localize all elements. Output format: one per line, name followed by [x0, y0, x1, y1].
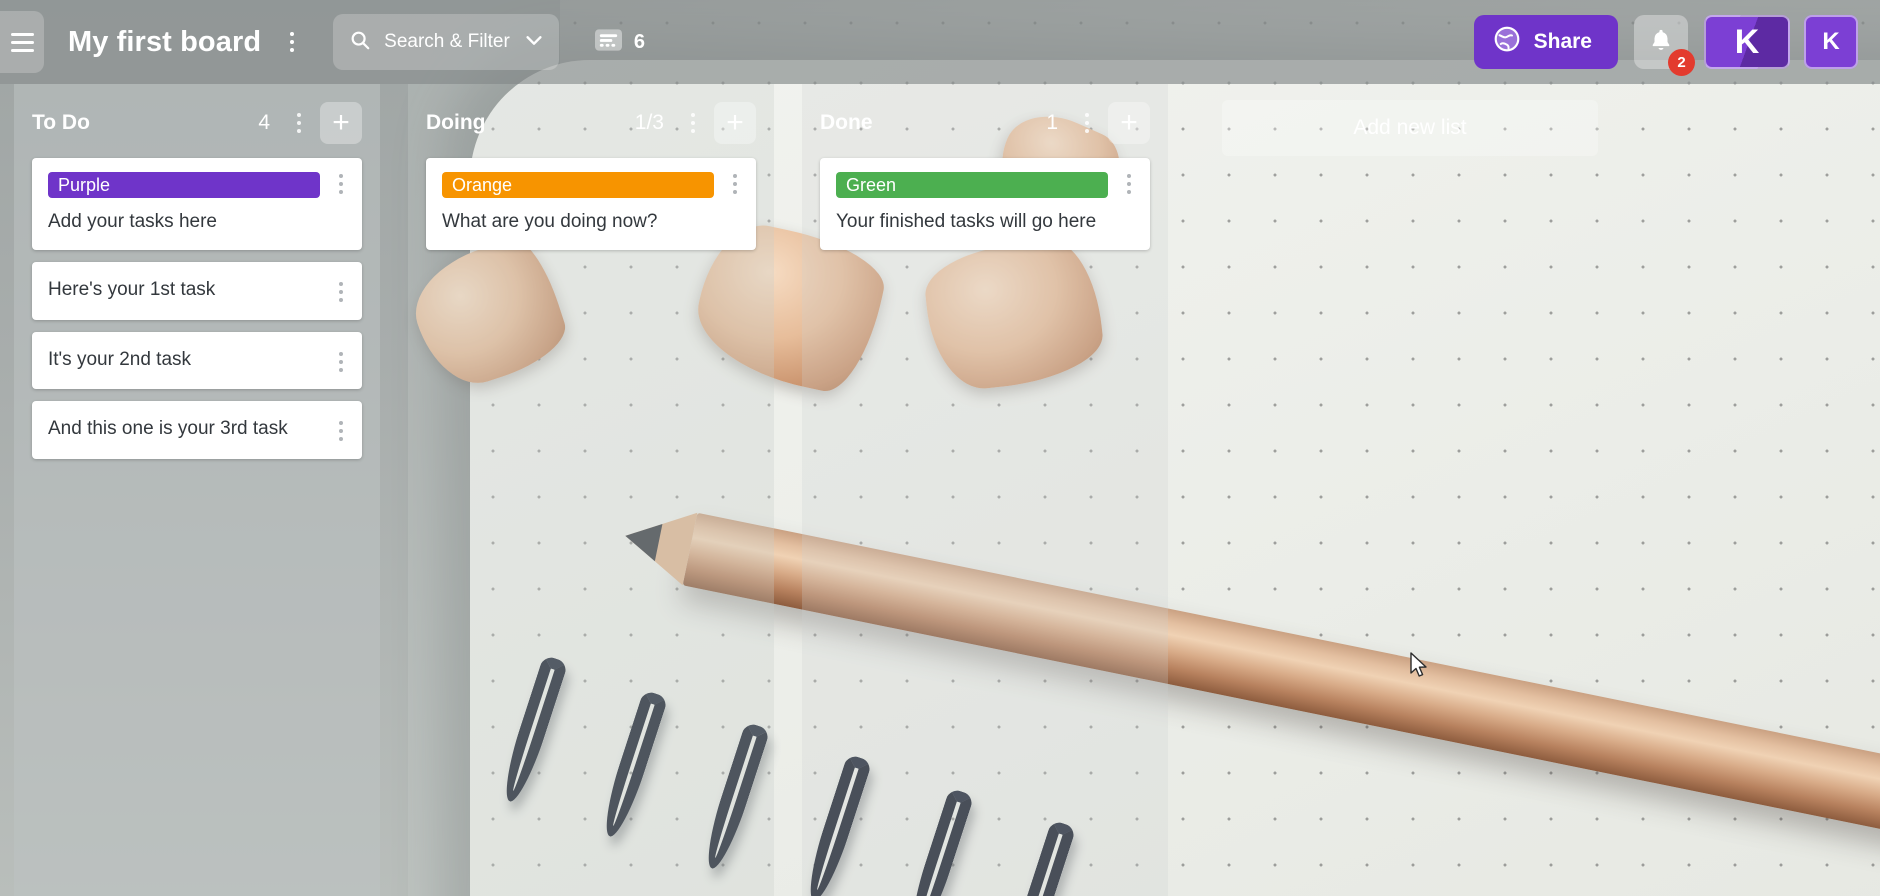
brand-logo[interactable]: K — [1704, 15, 1790, 69]
list-title: Doing — [426, 111, 486, 134]
hamburger-bar — [10, 32, 34, 36]
share-button[interactable]: Share — [1473, 15, 1618, 69]
card[interactable]: Green Your finished tasks will go here — [820, 158, 1150, 250]
kanban-app: My first board Search & Filter 6 Share 2… — [0, 0, 1880, 896]
list-column-done: Done 1 + Green Your finished tasks will … — [802, 84, 1168, 896]
card-menu-kebab-icon[interactable] — [332, 280, 350, 304]
top-bar: My first board Search & Filter 6 Share 2… — [0, 0, 1880, 84]
hamburger-bar — [10, 40, 34, 44]
card[interactable]: It's your 2nd task — [32, 331, 362, 390]
list-header: Done 1 + — [820, 100, 1150, 146]
list-title: Done — [820, 111, 873, 134]
card-text: Here's your 1st task — [48, 278, 216, 300]
bell-icon — [1648, 27, 1674, 58]
card-label-badge: Orange — [442, 172, 714, 198]
list-header: To Do 4 + — [32, 100, 362, 146]
chevron-down-icon — [523, 29, 545, 56]
card[interactable]: Orange What are you doing now? — [426, 158, 756, 250]
card-text: Your finished tasks will go here — [836, 211, 1097, 232]
card-count-value: 6 — [633, 30, 645, 53]
list-column-doing: Doing 1/3 + Orange What are you doing no… — [408, 84, 774, 896]
card-menu-kebab-icon[interactable] — [726, 172, 744, 196]
card-text: What are you doing now? — [442, 211, 658, 232]
list-card-count: 1/3 — [634, 111, 664, 134]
card-list-icon — [594, 28, 622, 56]
list-menu-kebab-icon[interactable] — [682, 108, 704, 138]
card-menu-kebab-icon[interactable] — [332, 350, 350, 374]
add-new-list-button[interactable]: Add new list — [1222, 100, 1598, 156]
avatar[interactable]: K — [1804, 15, 1858, 69]
share-button-label: Share — [1533, 30, 1592, 53]
notifications-button[interactable]: 2 — [1634, 15, 1695, 76]
card-text: And this one is your 3rd task — [48, 418, 288, 440]
card[interactable]: Purple Add your tasks here — [32, 158, 362, 250]
page-title: My first board — [68, 25, 262, 58]
list-card-count: 4 — [258, 111, 270, 134]
card-menu-kebab-icon[interactable] — [1120, 172, 1138, 196]
board-menu-kebab-icon[interactable] — [279, 27, 305, 57]
card-label-badge: Purple — [48, 172, 320, 198]
search-icon — [349, 29, 371, 56]
card-text: Add your tasks here — [48, 211, 217, 232]
board-lists-container: To Do 4 + Purple Add your tasks here Her… — [0, 84, 1880, 896]
add-card-button[interactable]: + — [1108, 102, 1150, 144]
list-menu-kebab-icon[interactable] — [1076, 108, 1098, 138]
add-card-button[interactable]: + — [320, 102, 362, 144]
card[interactable]: Here's your 1st task — [32, 261, 362, 320]
card-menu-kebab-icon[interactable] — [332, 419, 350, 443]
add-card-button[interactable]: + — [714, 102, 756, 144]
list-menu-kebab-icon[interactable] — [288, 108, 310, 138]
search-filter-label: Search & Filter — [384, 31, 510, 52]
card-label-badge: Green — [836, 172, 1108, 198]
card-count-indicator[interactable]: 6 — [594, 28, 645, 56]
card-text: It's your 2nd task — [48, 348, 192, 370]
hamburger-icon[interactable] — [0, 11, 44, 73]
list-card-count: 1 — [1046, 111, 1058, 134]
list-title: To Do — [32, 111, 90, 134]
list-column-to-do: To Do 4 + Purple Add your tasks here Her… — [14, 84, 380, 896]
globe-icon — [1492, 24, 1522, 60]
search-filter-button[interactable]: Search & Filter — [333, 14, 559, 70]
card[interactable]: And this one is your 3rd task — [32, 401, 362, 459]
list-header: Doing 1/3 + — [426, 100, 756, 146]
card-menu-kebab-icon[interactable] — [332, 172, 350, 196]
hamburger-bar — [10, 48, 34, 52]
notification-badge: 2 — [1668, 49, 1695, 76]
